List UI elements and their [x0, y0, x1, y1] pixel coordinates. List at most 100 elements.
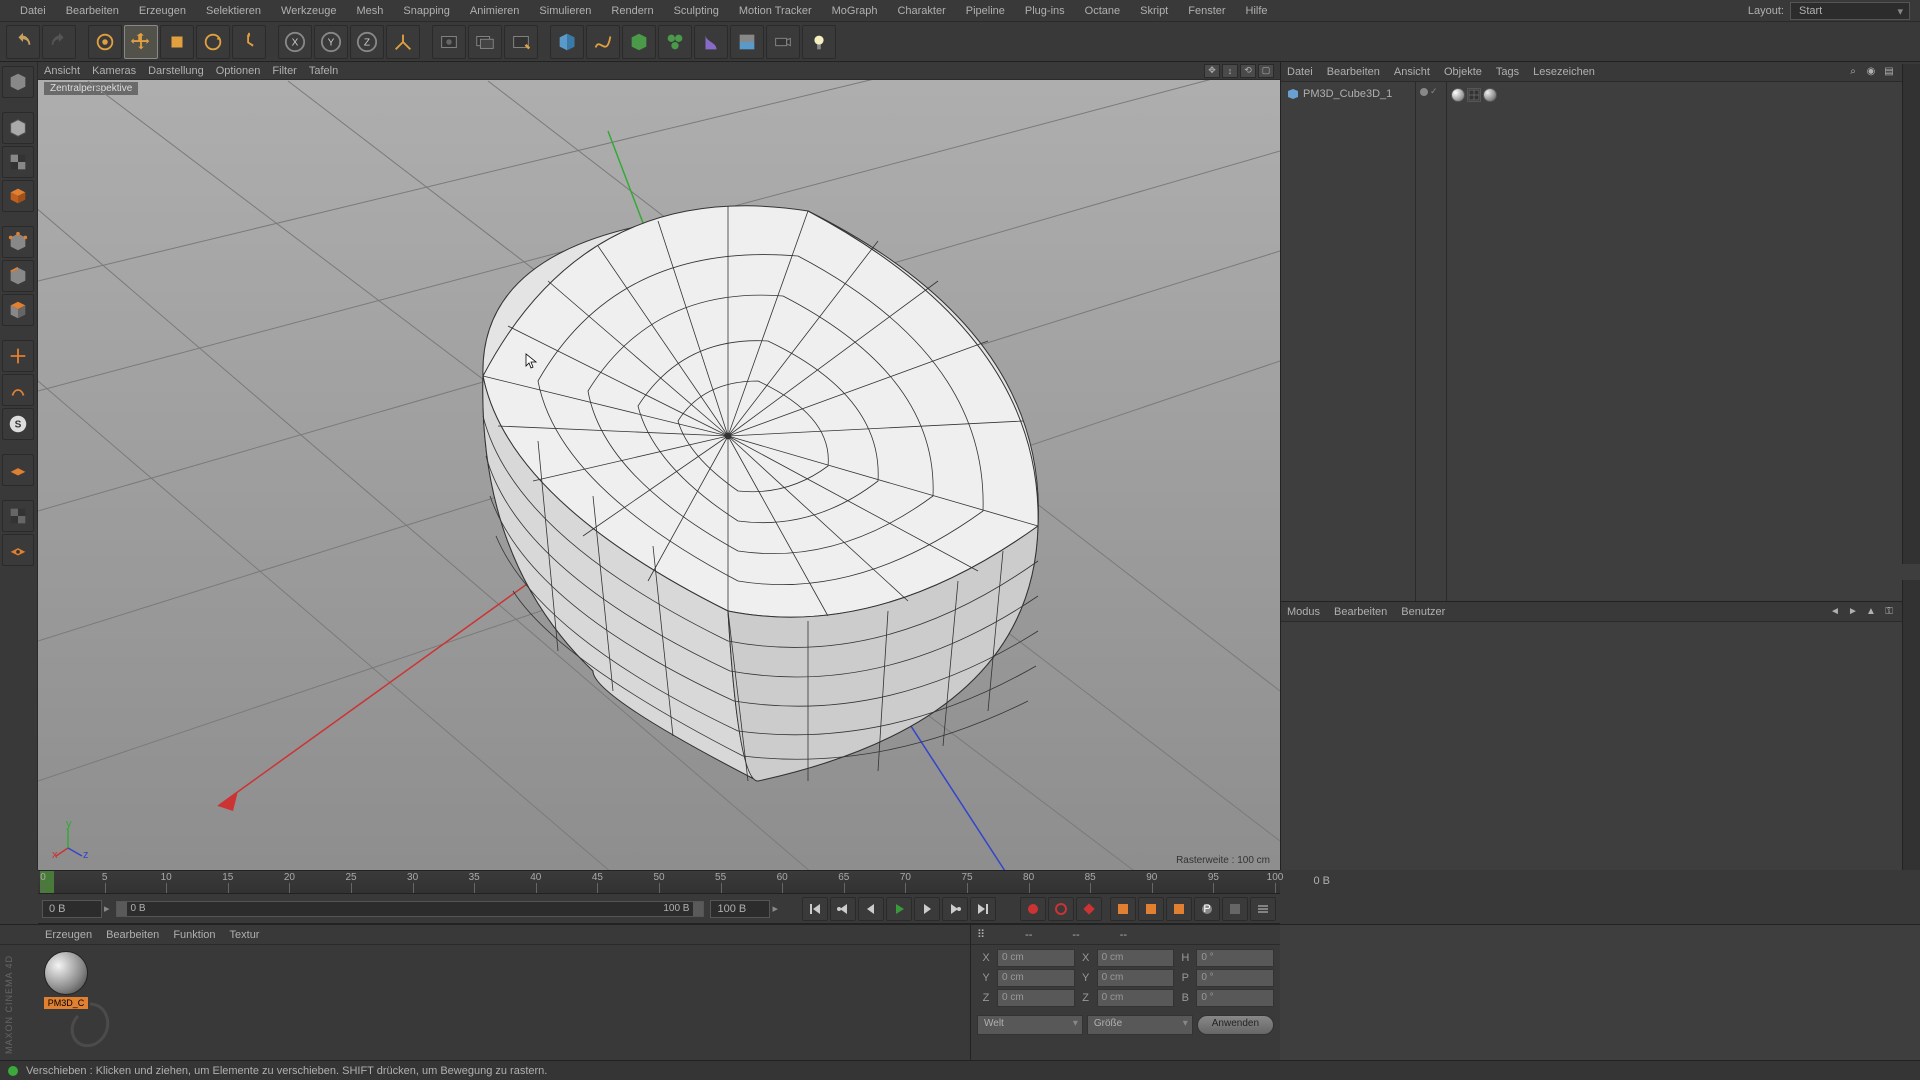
menu-sculpting[interactable]: Sculpting [664, 2, 729, 20]
pos-x-field[interactable]: 0 cm [997, 949, 1075, 967]
locked-workplane-tool[interactable] [2, 500, 34, 532]
planar-workplane-tool[interactable] [2, 534, 34, 566]
snap-tool[interactable]: S [2, 408, 34, 440]
live-select-tool[interactable] [88, 25, 122, 59]
rotate-tool[interactable] [196, 25, 230, 59]
x-axis-lock[interactable]: X [278, 25, 312, 59]
visibility-toggle-icon[interactable]: ✓ [1430, 86, 1438, 97]
mm-menu-funktion[interactable]: Funktion [173, 929, 215, 941]
om-menu-tags[interactable]: Tags [1496, 66, 1519, 78]
options-key-button[interactable] [1250, 897, 1276, 921]
om-menu-objekte[interactable]: Objekte [1444, 66, 1482, 78]
size-y-field[interactable]: 0 cm [1097, 969, 1175, 987]
om-menu-bearbeiten[interactable]: Bearbeiten [1327, 66, 1380, 78]
am-fwd-icon[interactable]: ► [1846, 605, 1860, 619]
om-menu-lesezeichen[interactable]: Lesezeichen [1533, 66, 1595, 78]
pla-key-button[interactable] [1222, 897, 1248, 921]
am-menu-bearbeiten[interactable]: Bearbeiten [1334, 606, 1387, 618]
object-row[interactable]: PM3D_Cube3D_1 [1285, 86, 1411, 102]
vp-menu-tafeln[interactable]: Tafeln [309, 65, 338, 77]
scale-key-button[interactable] [1138, 897, 1164, 921]
right-vertical-tabs-upper[interactable] [1902, 64, 1920, 564]
mm-menu-erzeugen[interactable]: Erzeugen [45, 929, 92, 941]
end-frame-field[interactable]: 100 B [710, 900, 770, 918]
menu-motiontracker[interactable]: Motion Tracker [729, 2, 822, 20]
add-generator-button[interactable] [658, 25, 692, 59]
layout-select[interactable]: Start [1790, 2, 1910, 20]
am-menu-benutzer[interactable]: Benutzer [1401, 606, 1445, 618]
menu-animieren[interactable]: Animieren [460, 2, 530, 20]
vp-maximize-icon[interactable]: ▢ [1258, 64, 1274, 78]
workplane-tool[interactable] [2, 454, 34, 486]
menu-simulieren[interactable]: Simulieren [529, 2, 601, 20]
start-frame-field[interactable]: 0 B [42, 900, 102, 918]
goto-end-button[interactable] [970, 897, 996, 921]
add-spline-button[interactable] [586, 25, 620, 59]
vp-menu-kameras[interactable]: Kameras [92, 65, 136, 77]
menu-skript[interactable]: Skript [1130, 2, 1178, 20]
vp-pan-icon[interactable]: ✥ [1204, 64, 1220, 78]
add-nurbs-button[interactable] [622, 25, 656, 59]
polygon-mode-tool[interactable] [2, 294, 34, 326]
add-light-button[interactable] [802, 25, 836, 59]
scale-tool[interactable] [160, 25, 194, 59]
add-environment-button[interactable] [730, 25, 764, 59]
am-back-icon[interactable]: ◄ [1828, 605, 1842, 619]
size-z-field[interactable]: 0 cm [1097, 989, 1175, 1007]
add-cube-button[interactable] [550, 25, 584, 59]
am-menu-modus[interactable]: Modus [1287, 606, 1320, 618]
am-up-icon[interactable]: ▲ [1864, 605, 1878, 619]
viewport-solo-tool[interactable] [2, 374, 34, 406]
vp-menu-optionen[interactable]: Optionen [216, 65, 261, 77]
menu-pipeline[interactable]: Pipeline [956, 2, 1015, 20]
layer-dot-icon[interactable] [1420, 88, 1428, 96]
am-lock-icon[interactable]: ⚿ [1882, 605, 1896, 619]
vp-menu-darstellung[interactable]: Darstellung [148, 65, 204, 77]
menu-octane[interactable]: Octane [1075, 2, 1130, 20]
goto-next-key-button[interactable] [942, 897, 968, 921]
last-tool[interactable] [232, 25, 266, 59]
viewport-3d[interactable]: Zentralperspektive [38, 80, 1280, 870]
menu-snapping[interactable]: Snapping [393, 2, 460, 20]
uvw-tag-icon[interactable] [1467, 88, 1481, 102]
render-settings-button[interactable] [504, 25, 538, 59]
step-fwd-button[interactable] [914, 897, 940, 921]
om-menu-ansicht[interactable]: Ansicht [1394, 66, 1430, 78]
goto-prev-key-button[interactable] [830, 897, 856, 921]
menu-rendern[interactable]: Rendern [601, 2, 663, 20]
frame-spinner2-icon[interactable]: ▸ [772, 902, 778, 915]
keyframe-sel-button[interactable] [1076, 897, 1102, 921]
menu-selektieren[interactable]: Selektieren [196, 2, 271, 20]
make-editable-tool[interactable] [2, 66, 34, 98]
menu-erzeugen[interactable]: Erzeugen [129, 2, 196, 20]
texture-tag-icon[interactable] [1483, 88, 1497, 102]
om-view-icon[interactable]: ◉ [1864, 65, 1878, 79]
vp-zoom-icon[interactable]: ↕ [1222, 64, 1238, 78]
point-mode-tool[interactable] [2, 226, 34, 258]
om-menu-datei[interactable]: Datei [1287, 66, 1313, 78]
redo-button[interactable] [42, 25, 76, 59]
range-handle-right[interactable] [693, 902, 703, 916]
menu-fenster[interactable]: Fenster [1178, 2, 1235, 20]
param-key-button[interactable]: P [1194, 897, 1220, 921]
size-x-field[interactable]: 0 cm [1097, 949, 1175, 967]
menu-plugins[interactable]: Plug-ins [1015, 2, 1075, 20]
frame-spinner-icon[interactable]: ▸ [104, 902, 110, 915]
autokey-button[interactable] [1048, 897, 1074, 921]
pos-key-button[interactable] [1110, 897, 1136, 921]
coord-grip-icon[interactable]: ⠿ [977, 928, 985, 941]
menu-bearbeiten[interactable]: Bearbeiten [56, 2, 129, 20]
object-mode-tool[interactable] [2, 180, 34, 212]
coord-apply-button[interactable]: Anwenden [1197, 1015, 1274, 1035]
om-filter-icon[interactable]: ▤ [1882, 65, 1896, 79]
add-deformer-button[interactable] [694, 25, 728, 59]
rot-h-field[interactable]: 0 ° [1196, 949, 1274, 967]
add-camera-button[interactable] [766, 25, 800, 59]
menu-hilfe[interactable]: Hilfe [1236, 2, 1278, 20]
z-axis-lock[interactable]: Z [350, 25, 384, 59]
coord-size-mode-select[interactable]: Größe [1087, 1015, 1193, 1035]
goto-start-button[interactable] [802, 897, 828, 921]
edge-mode-tool[interactable] [2, 260, 34, 292]
render-picture-button[interactable] [468, 25, 502, 59]
range-handle-left[interactable] [117, 902, 127, 916]
